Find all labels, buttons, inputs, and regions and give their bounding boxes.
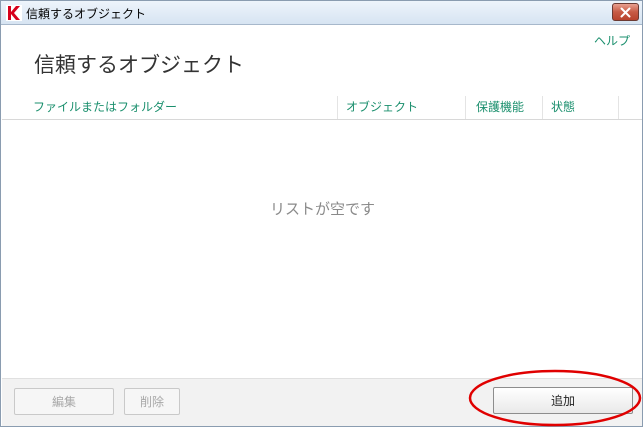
trusted-objects-window: 信頼するオブジェクト ヘルプ 信頼するオブジェクト ファイルまたはフォルダー オ… bbox=[0, 0, 643, 427]
add-button[interactable]: 追加 bbox=[493, 387, 633, 414]
table-header: ファイルまたはフォルダー オブジェクト 保護機能 状態 bbox=[2, 96, 642, 120]
close-icon bbox=[620, 7, 631, 17]
help-link[interactable]: ヘルプ bbox=[594, 32, 630, 49]
empty-list-message: リストが空です bbox=[269, 200, 375, 218]
column-header-file-or-folder[interactable]: ファイルまたはフォルダー bbox=[33, 96, 335, 119]
column-header-status[interactable]: 状態 bbox=[542, 96, 618, 119]
column-divider bbox=[618, 96, 619, 119]
close-button[interactable] bbox=[612, 3, 639, 21]
page-title: 信頼するオブジェクト bbox=[34, 53, 244, 77]
column-header-object[interactable]: オブジェクト bbox=[337, 96, 465, 119]
window-title: 信頼するオブジェクト bbox=[26, 7, 147, 21]
delete-button[interactable]: 削除 bbox=[124, 388, 180, 415]
title-bar: 信頼するオブジェクト bbox=[1, 1, 642, 25]
kaspersky-logo-icon bbox=[6, 5, 22, 21]
footer-bar: 編集 削除 追加 bbox=[2, 378, 642, 426]
column-header-protection[interactable]: 保護機能 bbox=[465, 96, 542, 119]
edit-button[interactable]: 編集 bbox=[14, 388, 114, 415]
